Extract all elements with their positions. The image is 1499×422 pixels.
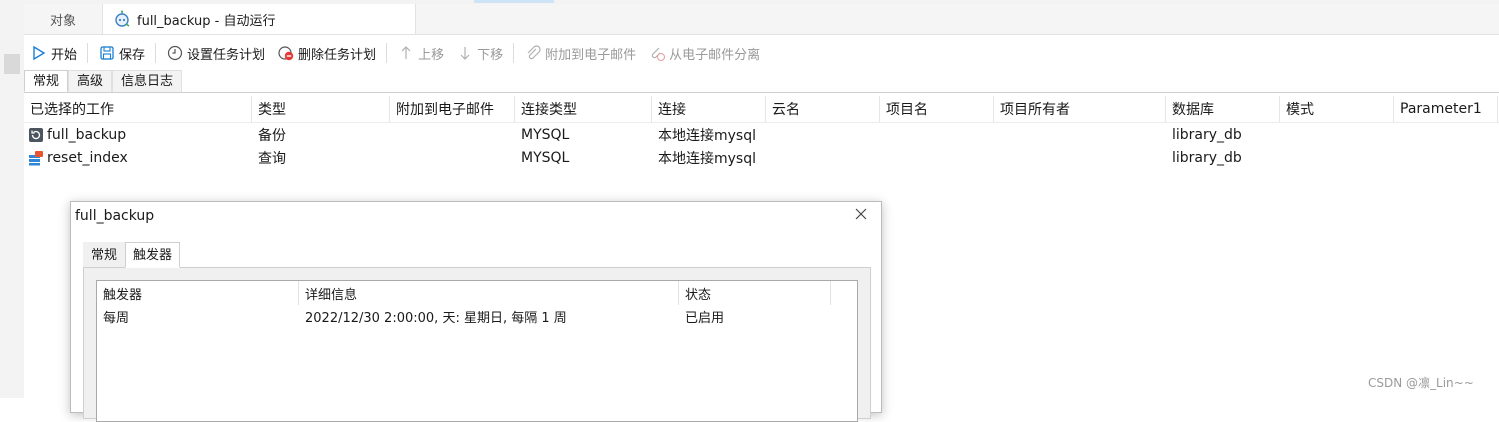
dialog-tab-general[interactable]: 常规 — [83, 242, 126, 268]
move-up-button[interactable]: 上移 — [391, 40, 450, 66]
job-connection: 本地连接mysql — [658, 127, 756, 144]
trigger-type: 每周 — [103, 310, 130, 326]
subtab-advanced[interactable]: 高级 — [68, 70, 113, 92]
close-icon — [854, 207, 868, 225]
watermark: CSDN @凛_Lin~~ — [1368, 376, 1474, 390]
column-header[interactable]: 连接类型 — [515, 96, 652, 122]
detach-email-label: 从电子邮件分离 — [669, 47, 761, 63]
delete-schedule-button[interactable]: 删除任务计划 — [271, 40, 382, 66]
column-header[interactable]: 类型 — [252, 96, 390, 122]
column-header[interactable]: 详细信息 — [299, 281, 679, 305]
column-header[interactable]: Parameter1 — [1394, 96, 1498, 122]
start-button[interactable]: 开始 — [24, 40, 83, 66]
jobs-table: 已选择的工作 类型 附加到电子邮件 连接类型 连接 云名 项目名 项目所有者 数… — [24, 96, 1499, 169]
trigger-details: 2022/12/30 2:00:00, 天: 星期日, 每隔 1 周 — [305, 310, 567, 326]
close-button[interactable] — [851, 206, 871, 226]
column-header[interactable]: 已选择的工作 — [24, 96, 252, 122]
tab-automation[interactable]: full_backup - 自动运行 — [102, 4, 416, 34]
trigger-list: 触发器 详细信息 状态 每周 2022/12/30 2:00:00, 天: 星期… — [96, 280, 858, 422]
detach-email-button[interactable]: 从电子邮件分离 — [642, 40, 766, 66]
column-header[interactable]: 项目名 — [880, 96, 994, 122]
job-connection: 本地连接mysql — [658, 150, 756, 167]
toolbar-separator — [155, 43, 157, 63]
top-strip-highlight — [474, 0, 554, 3]
dialog-tab-panel: 触发器 详细信息 状态 每周 2022/12/30 2:00:00, 天: 星期… — [83, 267, 871, 422]
robot-icon — [113, 10, 131, 28]
trigger-status: 已启用 — [685, 310, 725, 326]
job-name: full_backup — [47, 126, 127, 143]
subtab-log[interactable]: 信息日志 — [112, 70, 183, 92]
dialog-tab-triggers[interactable]: 触发器 — [125, 242, 181, 268]
save-label: 保存 — [119, 47, 146, 63]
jobs-table-header: 已选择的工作 类型 附加到电子邮件 连接类型 连接 云名 项目名 项目所有者 数… — [24, 96, 1499, 123]
job-conn-type: MYSQL — [521, 126, 570, 143]
set-schedule-label: 设置任务计划 — [187, 47, 266, 63]
job-name-cell: full_backup — [24, 123, 252, 146]
clock-icon — [166, 44, 184, 62]
attach-email-button[interactable]: 附加到电子邮件 — [518, 40, 642, 66]
dialog-title: full_backup — [75, 208, 155, 224]
detach-icon — [648, 44, 666, 62]
trigger-list-header: 触发器 详细信息 状态 — [97, 281, 857, 305]
job-database: library_db — [1172, 149, 1242, 166]
save-button[interactable]: 保存 — [92, 40, 151, 66]
job-name-cell: reset_index — [24, 146, 252, 169]
set-schedule-button[interactable]: 设置任务计划 — [160, 40, 271, 66]
column-header[interactable]: 连接 — [652, 96, 766, 122]
table-row[interactable]: full_backup 备份 MYSQL 本地连接mysql library_d… — [24, 123, 1499, 146]
delete-clock-icon — [277, 44, 295, 62]
move-up-label: 上移 — [418, 47, 445, 63]
tab-objects-label: 对象 — [49, 13, 76, 29]
delete-schedule-label: 删除任务计划 — [298, 47, 377, 63]
attach-email-label: 附加到电子邮件 — [545, 47, 637, 63]
arrow-down-icon — [456, 44, 474, 62]
toolbar-separator — [386, 43, 388, 63]
toolbar-separator — [87, 43, 89, 63]
column-header[interactable]: 数据库 — [1166, 96, 1280, 122]
column-header[interactable]: 附加到电子邮件 — [390, 96, 515, 122]
column-header[interactable]: 项目所有者 — [994, 96, 1166, 122]
sub-tab-bar: 常规 高级 信息日志 — [24, 70, 1499, 93]
column-header[interactable]: 状态 — [679, 281, 831, 305]
move-down-button[interactable]: 下移 — [450, 40, 509, 66]
job-database: library_db — [1172, 126, 1242, 143]
paperclip-icon — [524, 44, 542, 62]
job-type: 查询 — [258, 150, 286, 167]
move-down-label: 下移 — [477, 47, 504, 63]
arrow-up-icon — [397, 44, 415, 62]
toolbar-separator — [513, 43, 515, 63]
tab-objects[interactable]: 对象 — [24, 4, 102, 34]
document-tab-bar: 对象 full_backup - 自动运行 — [24, 4, 1499, 35]
dialog-tab-bar: 常规 触发器 — [83, 242, 181, 268]
table-row[interactable]: reset_index 查询 MYSQL 本地连接mysql library_d… — [24, 146, 1499, 169]
save-icon — [98, 44, 116, 62]
left-gutter — [0, 4, 24, 398]
job-type: 备份 — [258, 127, 286, 144]
job-properties-dialog: full_backup 常规 触发器 触发器 详细信息 状态 每周 2022/1… — [70, 201, 882, 422]
play-icon — [30, 44, 48, 62]
query-icon — [28, 150, 44, 166]
job-conn-type: MYSQL — [521, 149, 570, 166]
job-name: reset_index — [47, 149, 128, 166]
gutter-marker — [4, 54, 20, 74]
toolbar: 开始 保存 设置任务计划 删除任务计划 上移 下移 附加到电子邮件 从电子邮件分… — [24, 38, 766, 68]
tab-automation-label: full_backup - 自动运行 — [137, 13, 276, 29]
subtab-general[interactable]: 常规 — [24, 70, 69, 92]
column-header[interactable]: 模式 — [1280, 96, 1394, 122]
backup-icon — [28, 127, 44, 143]
column-header[interactable]: 云名 — [766, 96, 880, 122]
column-header[interactable]: 触发器 — [97, 281, 299, 305]
trigger-row[interactable]: 每周 2022/12/30 2:00:00, 天: 星期日, 每隔 1 周 已启… — [97, 305, 857, 327]
start-label: 开始 — [51, 47, 78, 63]
